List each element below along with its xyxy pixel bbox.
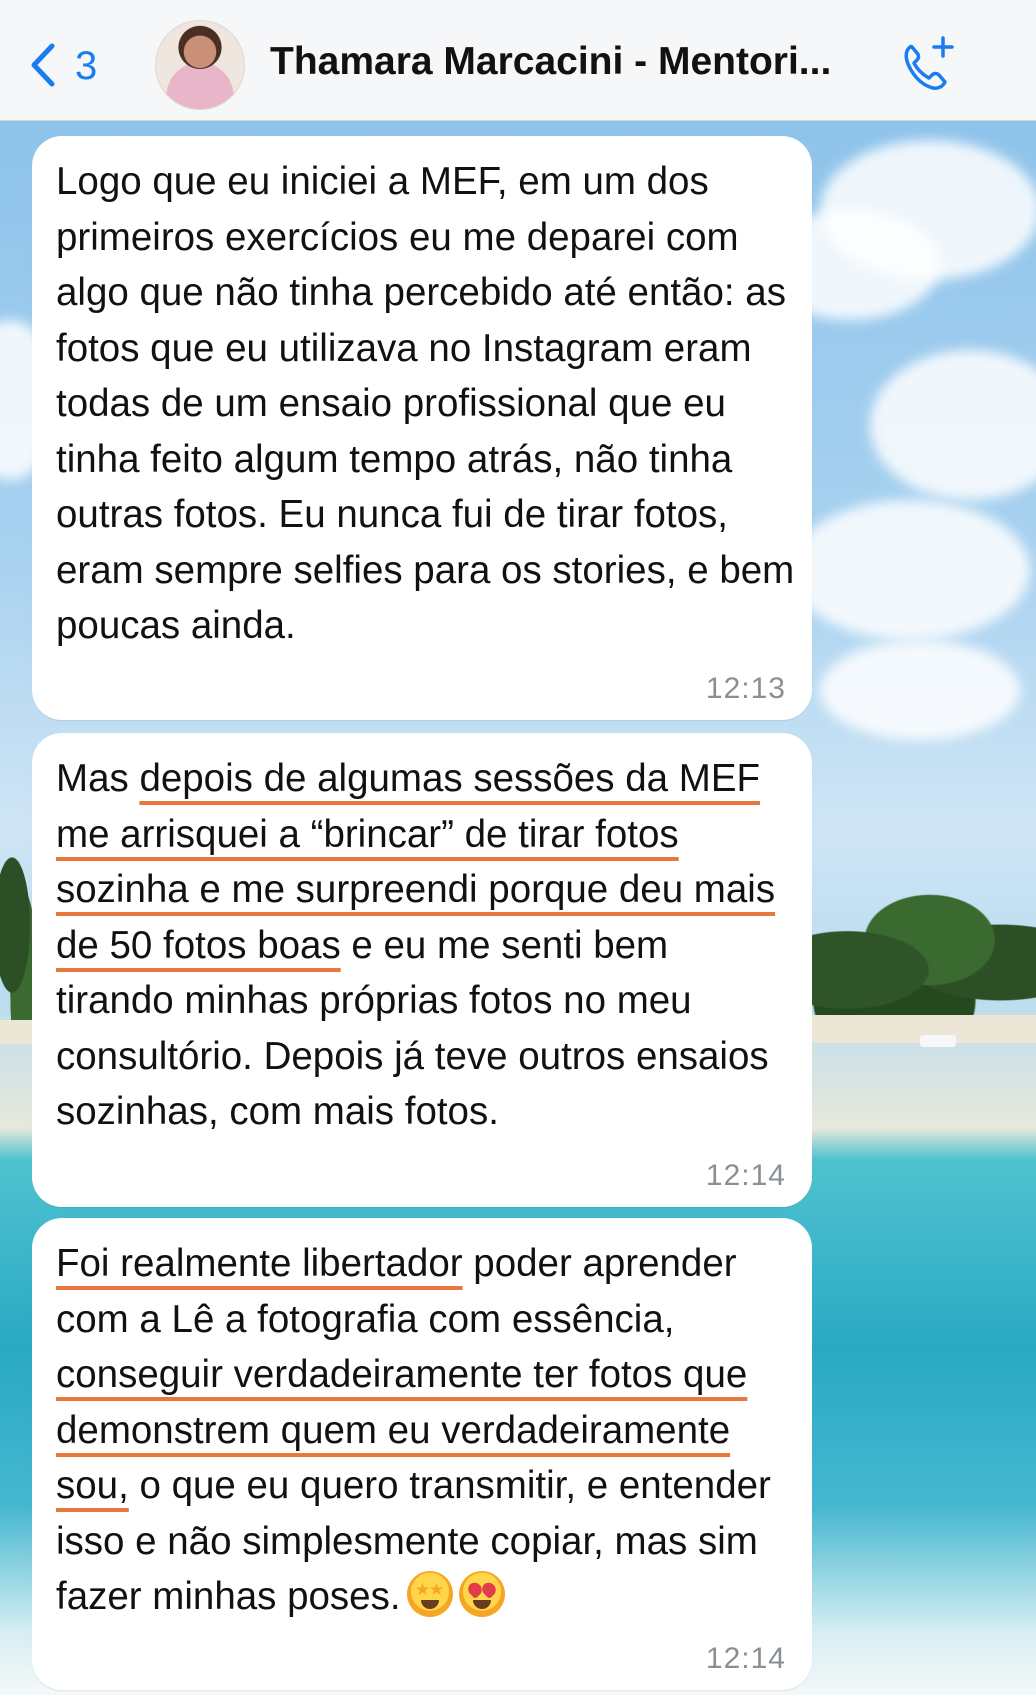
- phone-add-icon[interactable]: [895, 32, 961, 98]
- message-bubble[interactable]: Logo que eu iniciei a MEF, em um dos pri…: [32, 136, 812, 720]
- chevron-left-icon[interactable]: [22, 40, 72, 90]
- highlighted-text: Foi realmente libertador: [56, 1242, 463, 1285]
- message-text: Logo que eu iniciei a MEF, em um dos pri…: [56, 160, 795, 647]
- message-text: Mas depois de algumas sessões da MEF me …: [56, 751, 796, 1140]
- chat-header: 3 Thamara Marcacini - Mentori...: [0, 0, 1036, 121]
- message-text-part: Mas: [56, 757, 140, 800]
- message-time: 12:13: [705, 672, 786, 705]
- message-time: 12:14: [705, 1159, 786, 1192]
- avatar[interactable]: [155, 20, 245, 110]
- message-text: Foi realmente libertador poder aprender …: [56, 1236, 796, 1625]
- heart-eyes-emoji: [458, 1571, 505, 1617]
- star-struck-emoji: [406, 1571, 453, 1617]
- message-time: 12:14: [705, 1642, 786, 1675]
- message-bubble[interactable]: Mas depois de algumas sessões da MEF me …: [32, 733, 812, 1207]
- contact-name[interactable]: Thamara Marcacini - Mentori...: [270, 40, 860, 84]
- unread-count[interactable]: 3: [75, 44, 97, 89]
- message-bubble[interactable]: Foi realmente libertador poder aprender …: [32, 1218, 812, 1690]
